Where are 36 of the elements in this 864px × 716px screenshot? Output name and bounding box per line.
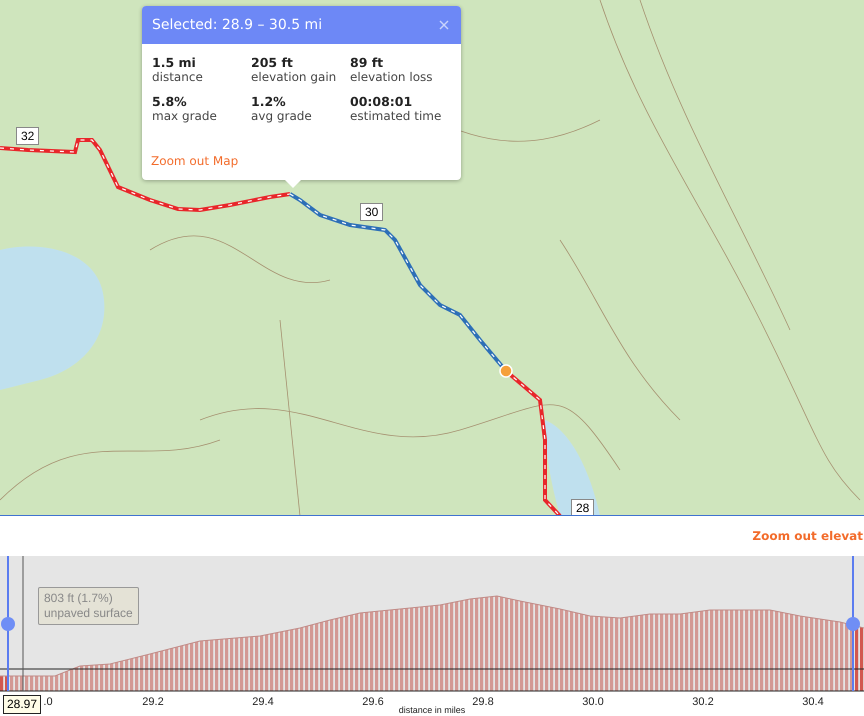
tooltip-reading: 803 ft (1.7%) — [44, 591, 114, 606]
stat-label: max grade — [152, 109, 218, 123]
stat-label: distance — [152, 70, 204, 84]
popup-pointer — [285, 180, 301, 188]
mile-marker: 28 — [571, 499, 594, 515]
zoom-out-elevation-link[interactable]: Zoom out elevat — [752, 529, 863, 543]
position-marker — [499, 364, 513, 378]
axis-tick-label: 29.4 — [252, 696, 274, 708]
axis-tick-label: 30.4 — [802, 696, 824, 708]
stat-label: avg grade — [251, 109, 313, 123]
mile-marker: 30 — [360, 203, 384, 221]
selection-handle[interactable] — [1, 556, 15, 691]
axis-tick-label: 30.0 — [582, 696, 604, 708]
mile-marker: 32 — [16, 127, 40, 145]
stat-label: elevation loss — [350, 70, 434, 84]
stat-value: 00:08:01 — [350, 94, 414, 109]
stat-value: 205 ft — [251, 55, 294, 70]
hover-position-label: 28.97 — [3, 695, 42, 714]
axis-tick-label: .0 — [43, 696, 53, 708]
stat-value: 1.2% — [251, 94, 287, 109]
tooltip-surface: unpaved surface — [44, 606, 133, 621]
close-icon[interactable] — [439, 20, 449, 30]
axis-tick-label: 29.6 — [362, 696, 384, 708]
axis-tick-label: 29.8 — [472, 696, 494, 708]
zoom-out-map-link[interactable]: Zoom out Map — [151, 154, 238, 168]
stat-value: 1.5 mi — [152, 55, 197, 70]
axis-tick-label: 29.2 — [142, 696, 164, 708]
stat-value: 5.8% — [152, 94, 188, 109]
stat-label: elevation gain — [251, 70, 338, 84]
stat-value: 89 ft — [350, 55, 384, 70]
map-view[interactable]: 32 30 28 Selected: 28.9 – 30.5 mi 1.5 mi distance 205 ft elevation gain 89 ft elevation loss 5.8% max grade 1.2% avg grade 00:08:01 estimated time Zoom out Map — [0, 0, 864, 516]
stat-label: estimated time — [350, 109, 442, 123]
selection-handle[interactable] — [846, 556, 860, 691]
popup-title: Selected: 28.9 – 30.5 mi — [152, 17, 322, 33]
axis-title: distance in miles — [398, 705, 466, 715]
axis-tick-label: 30.2 — [692, 696, 714, 708]
